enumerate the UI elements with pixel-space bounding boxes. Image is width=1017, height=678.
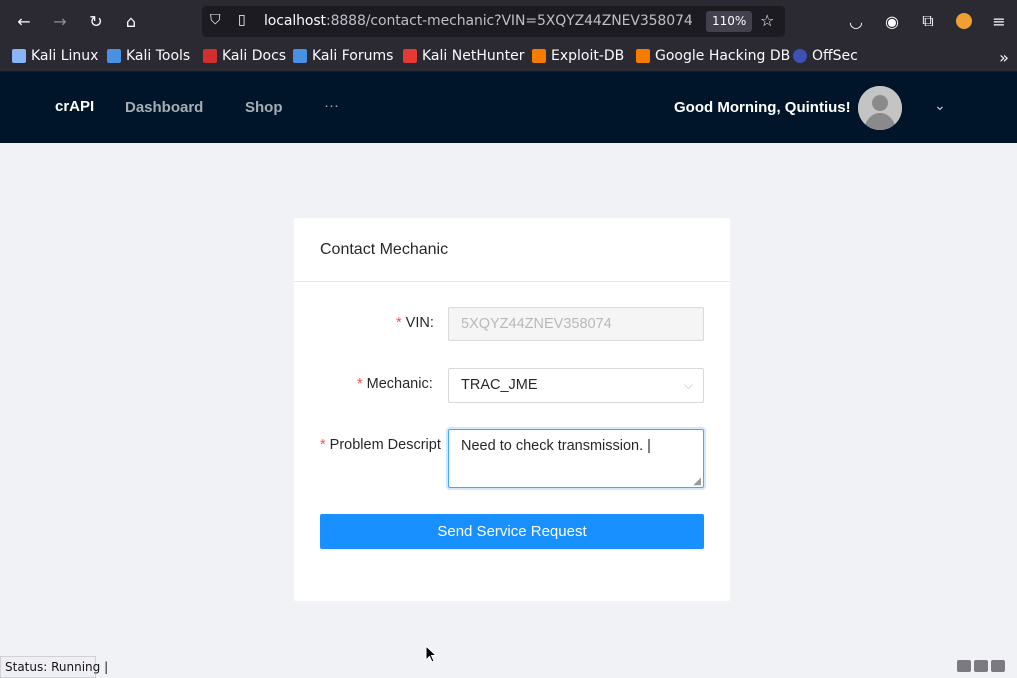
problem-description-textarea[interactable]: Need to check transmission. | ◢ — [448, 429, 704, 488]
contact-mechanic-card: Contact Mechanic * VIN: 5XQYZ44ZNEV358074… — [294, 218, 730, 601]
nav-more[interactable]: ··· — [324, 97, 339, 114]
bookmark-kali-nethunter[interactable]: Kali NetHunter — [403, 48, 524, 64]
system-tray — [957, 660, 1005, 672]
greeting-text: Good Morning, Quintius! — [674, 99, 851, 116]
reload-icon[interactable]: ↻ — [82, 7, 110, 35]
bookmarks-overflow-icon[interactable]: » — [990, 43, 1017, 71]
url-bar[interactable]: ⛉ ▯ localhost:8888/contact-mechanic?VIN=… — [202, 6, 785, 37]
extension-fox-icon[interactable] — [950, 7, 978, 35]
bookmark-kali-linux[interactable]: Kali Linux — [12, 48, 98, 64]
status-text: Status: Running — [5, 660, 101, 674]
bookmarks-bar: Kali Linux Kali Tools Kali Docs Kali For… — [0, 42, 1017, 72]
bookmark-kali-tools[interactable]: Kali Tools — [107, 48, 190, 64]
kali-docs-icon — [203, 49, 217, 63]
disk-icon — [991, 660, 1005, 672]
exploit-db-icon — [532, 49, 546, 63]
app-header: crAPI Dashboard Shop ··· Good Morning, Q… — [0, 72, 1017, 143]
back-icon[interactable]: ← — [10, 7, 38, 35]
ghdb-icon — [636, 49, 650, 63]
offsec-icon — [793, 49, 807, 63]
browser-toolbar: ← → ↻ ⌂ ⛉ ▯ localhost:8888/contact-mecha… — [0, 0, 1017, 42]
bookmark-offsec[interactable]: OffSec — [793, 48, 858, 64]
url-text[interactable]: localhost:8888/contact-mechanic?VIN=5XQY… — [264, 13, 693, 29]
page-info-icon[interactable]: ▯ — [238, 12, 246, 28]
zoom-badge[interactable]: 110% — [706, 11, 753, 32]
user-silhouette-icon — [858, 86, 902, 130]
avatar[interactable] — [858, 86, 902, 130]
bookmark-kali-docs[interactable]: Kali Docs — [203, 48, 286, 64]
problem-description-label: * Problem Descript — [320, 437, 441, 453]
mouse-cursor-icon — [425, 645, 437, 663]
status-bar: Status: Running | — [0, 656, 108, 678]
mechanic-select[interactable]: TRAC_JME ⌵ — [448, 368, 704, 403]
menu-icon[interactable]: ≡ — [985, 7, 1013, 35]
vin-input: 5XQYZ44ZNEV358074 — [448, 307, 704, 341]
bookmark-exploit-db[interactable]: Exploit-DB — [532, 48, 624, 64]
forward-icon[interactable]: → — [46, 7, 74, 35]
keyboard-icon — [957, 660, 971, 672]
bookmark-star-icon[interactable]: ☆ — [760, 11, 774, 30]
chevron-down-icon: ⌵ — [683, 378, 693, 392]
home-icon[interactable]: ⌂ — [117, 7, 145, 35]
nav-dashboard[interactable]: Dashboard — [125, 99, 203, 116]
kali-dragon-icon — [12, 49, 26, 63]
kali-tools-icon — [107, 49, 121, 63]
send-service-request-button[interactable]: Send Service Request — [320, 514, 704, 549]
account-icon[interactable]: ◉ — [878, 7, 906, 35]
kali-forums-icon — [293, 49, 307, 63]
resize-handle-icon[interactable]: ◢ — [693, 476, 701, 487]
pocket-icon[interactable]: ◡ — [842, 7, 870, 35]
kali-nethunter-icon — [403, 49, 417, 63]
mechanic-label: * Mechanic: — [357, 376, 433, 392]
card-title: Contact Mechanic — [320, 241, 449, 258]
vin-label: * VIN: — [396, 315, 434, 331]
nav-shop[interactable]: Shop — [245, 99, 283, 116]
brand-logo[interactable]: crAPI — [55, 98, 94, 115]
bookmark-google-hacking-db[interactable]: Google Hacking DB — [636, 48, 790, 64]
mechanic-selected-value: TRAC_JME — [461, 377, 538, 393]
extensions-icon[interactable]: ⧉ — [914, 7, 942, 35]
tray-app-icon — [974, 660, 988, 672]
problem-description-text: Need to check transmission. | — [461, 438, 651, 454]
card-header: Contact Mechanic — [294, 218, 730, 282]
chevron-down-icon[interactable]: ⌄ — [934, 98, 946, 114]
bookmark-kali-forums[interactable]: Kali Forums — [293, 48, 393, 64]
shield-icon[interactable]: ⛉ — [210, 12, 221, 28]
